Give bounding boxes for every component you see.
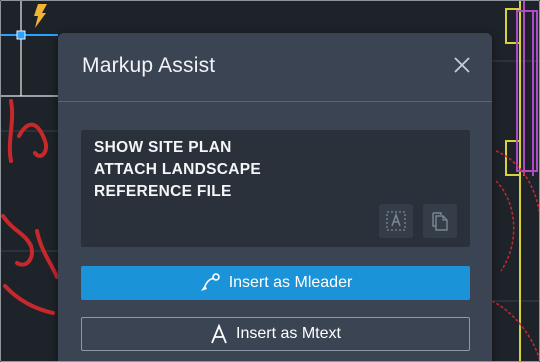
mtext-icon: [210, 324, 228, 344]
mleader-icon: [199, 273, 221, 293]
markup-text-box[interactable]: SHOW SITE PLAN ATTACH LANDSCAPE REFERENC…: [81, 130, 470, 247]
close-icon[interactable]: [452, 55, 472, 75]
lightning-icon[interactable]: [32, 4, 48, 28]
text-format-icon: [386, 211, 406, 231]
insert-mtext-label: Insert as Mtext: [236, 325, 341, 342]
panel-title: Markup Assist: [82, 54, 216, 77]
app-frame: Markup Assist SHOW SITE PLAN ATTACH LAND…: [0, 0, 540, 362]
text-format-button[interactable]: [379, 204, 413, 238]
insert-mtext-button[interactable]: Insert as Mtext: [81, 317, 470, 351]
markup-line: REFERENCE FILE: [94, 183, 232, 200]
markup-text: SHOW SITE PLAN ATTACH LANDSCAPE REFERENC…: [94, 137, 261, 203]
insert-mleader-button[interactable]: Insert as Mleader: [81, 266, 470, 300]
markup-line: ATTACH LANDSCAPE: [94, 161, 261, 178]
insert-mleader-label: Insert as Mleader: [228, 274, 353, 291]
copy-button[interactable]: [423, 204, 457, 238]
markup-assist-panel: Markup Assist SHOW SITE PLAN ATTACH LAND…: [58, 33, 492, 361]
panel-header: Markup Assist: [58, 33, 492, 102]
markup-line: SHOW SITE PLAN: [94, 139, 232, 156]
copy-icon: [432, 212, 448, 231]
